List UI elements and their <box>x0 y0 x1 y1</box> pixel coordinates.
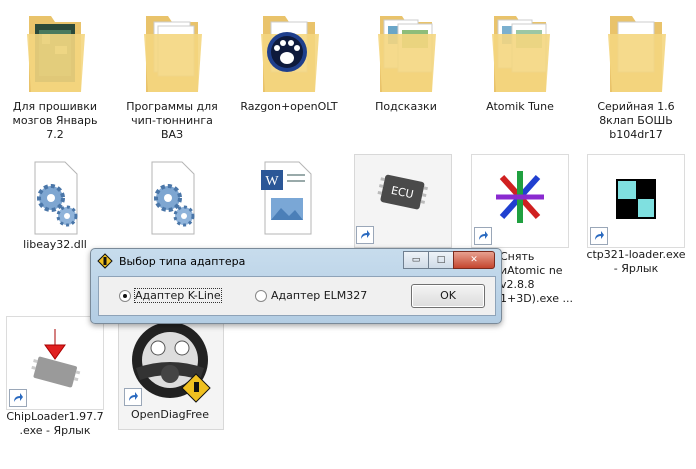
folder-icon <box>7 4 103 100</box>
desktop-file[interactable] <box>120 158 224 238</box>
item-label: Для прошивки мозгов Январь 7.2 <box>12 100 98 141</box>
folder-icon <box>241 4 337 100</box>
desktop-file[interactable]: W <box>237 158 341 238</box>
desktop-folder[interactable]: Atomik Tune <box>468 4 572 114</box>
item-label: Подсказки <box>375 100 437 113</box>
desktop-folder[interactable]: Подсказки <box>354 4 458 114</box>
folder-icon <box>588 4 684 100</box>
folder-icon <box>472 4 568 100</box>
item-label: Razgon+openOLT <box>240 100 338 113</box>
ok-button[interactable]: OK <box>411 284 485 308</box>
item-label: ctp321-loader.exe - Ярлык <box>586 248 686 275</box>
shortcut-arrow-icon <box>9 389 27 407</box>
item-label: Программы для чип-тюннинга ВАЗ <box>126 100 218 141</box>
desktop-shortcut[interactable]: OpenDiagFree <box>118 316 222 422</box>
app-icon <box>97 253 113 269</box>
shortcut-arrow-icon <box>124 388 142 406</box>
ctp-loader-icon <box>587 154 685 248</box>
radio-kline[interactable]: Адаптер K-Line <box>119 288 222 303</box>
desktop-folder[interactable]: Серийная 1.6 8клап БОШЬ b104dr17 <box>584 4 688 142</box>
word-document-icon: W <box>241 158 337 238</box>
chiploader-icon <box>6 316 104 410</box>
dialog-titlebar[interactable]: Выбор типа адаптера ▭ □ ✕ <box>91 249 501 273</box>
desktop-folder[interactable]: Программы для чип-тюннинга ВАЗ <box>120 4 224 142</box>
desktop-shortcut[interactable]: ECU <box>350 154 454 246</box>
svg-text:W: W <box>265 174 279 189</box>
radio-kline-label: Адаптер K-Line <box>134 288 222 303</box>
dialog-title: Выбор типа адаптера <box>119 254 246 268</box>
desktop-file[interactable]: libeay32.dll <box>3 158 107 252</box>
item-label: Серийная 1.6 8клап БОШЬ b104dr17 <box>597 100 675 141</box>
desktop-shortcut[interactable]: Снять иAtomic ne v2.8.8 1+3D).exe ... <box>468 154 573 305</box>
item-label: OpenDiagFree <box>131 408 209 421</box>
atomic-star-icon <box>471 154 569 248</box>
radio-elm327-label: Адаптер ELM327 <box>271 289 368 302</box>
folder-icon <box>358 4 454 100</box>
steering-wheel-icon <box>122 316 218 408</box>
desktop-folder[interactable]: Для прошивки мозгов Январь 7.2 <box>3 4 107 142</box>
dll-gear-icon <box>124 158 220 238</box>
desktop-shortcut[interactable]: ctp321-loader.exe - Ярлык <box>584 154 688 276</box>
desktop-shortcut[interactable]: ChipLoader1.97.7.exe - Ярлык <box>3 316 107 438</box>
dialog-client-area: Адаптер K-Line Адаптер ELM327 OK <box>98 276 496 316</box>
radio-dot-selected-icon <box>119 289 131 302</box>
item-label: Atomik Tune <box>486 100 554 113</box>
desktop-folder[interactable]: Razgon+openOLT <box>237 4 341 114</box>
radio-elm327[interactable]: Адаптер ELM327 <box>255 289 367 302</box>
maximize-button[interactable]: □ <box>428 251 454 269</box>
adapter-select-dialog: Выбор типа адаптера ▭ □ ✕ Адаптер K-Line… <box>90 248 502 324</box>
item-label: ChipLoader1.97.7.exe - Ярлык <box>6 410 104 437</box>
radio-dot-icon <box>255 289 267 302</box>
close-button[interactable]: ✕ <box>453 251 495 269</box>
shortcut-arrow-icon <box>356 226 374 244</box>
window-controls: ▭ □ ✕ <box>403 251 495 269</box>
item-label: Снять иAtomic ne v2.8.8 1+3D).exe ... <box>500 250 573 305</box>
ecu-chip-icon: ECU <box>354 154 450 246</box>
dll-gear-icon <box>7 158 103 238</box>
shortcut-arrow-icon <box>590 227 608 245</box>
folder-icon <box>124 4 220 100</box>
shortcut-arrow-icon <box>474 227 492 245</box>
minimize-button[interactable]: ▭ <box>403 251 429 269</box>
